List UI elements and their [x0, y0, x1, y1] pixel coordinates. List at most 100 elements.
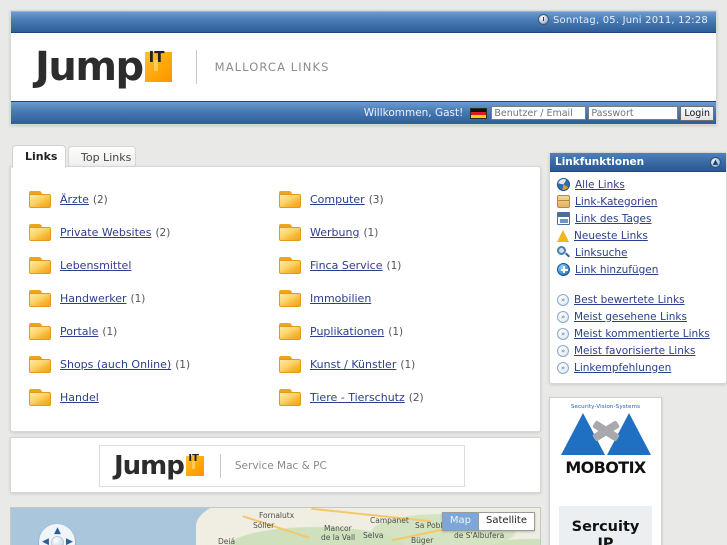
list-item[interactable]: Immobilien: [279, 282, 529, 315]
category-link[interactable]: Immobilien: [310, 292, 371, 305]
folder-icon: [29, 224, 51, 241]
category-link[interactable]: Lebensmittel: [60, 259, 131, 272]
category-link[interactable]: Puplikationen: [310, 325, 384, 338]
folder-icon: [279, 356, 301, 373]
category-link[interactable]: Portale: [60, 325, 98, 338]
sidebar-item-linksuche[interactable]: Linksuche: [550, 244, 726, 261]
folder-icon: [29, 323, 51, 340]
list-item[interactable]: Handel: [29, 381, 279, 414]
mobotix-ad-headline: Sercuity IP: [559, 506, 652, 545]
sidebar-item-neueste-links[interactable]: Neueste Links: [550, 227, 726, 244]
folder-icon: [279, 191, 301, 208]
category-link[interactable]: Handwerker: [60, 292, 127, 305]
map-label: de la Vall: [321, 533, 356, 542]
username-input[interactable]: [491, 106, 587, 120]
chevron-bullet-icon: »: [557, 327, 569, 340]
tab-links[interactable]: Links: [12, 145, 66, 168]
pan-up-icon[interactable]: ▲: [54, 526, 61, 536]
category-column-left: Ärzte (2) Private Websites (2) Lebensmit…: [29, 183, 279, 414]
sidebar-header: Linkfunktionen ▲: [550, 153, 726, 172]
list-item[interactable]: Lebensmittel: [29, 249, 279, 282]
tab-top-links[interactable]: Top Links: [68, 146, 136, 167]
category-link[interactable]: Kunst / Künstler: [310, 358, 396, 371]
sidebar-item-label: Best bewertete Links: [574, 293, 685, 306]
category-link[interactable]: Computer: [310, 193, 365, 206]
map-label: Fornalutx: [259, 511, 295, 520]
logo-it-text: IT: [148, 48, 165, 66]
folder-icon: [29, 389, 51, 406]
sidebar-item-linkempfehlungen[interactable]: » Linkempfehlungen: [550, 359, 726, 376]
sidebar-item-link-kategorien[interactable]: Link-Kategorien: [550, 193, 726, 210]
sidebar-item-label: Meist kommentierte Links: [574, 327, 710, 340]
chevron-bullet-icon: »: [557, 361, 569, 374]
map-type-satellite-button[interactable]: Satellite: [479, 513, 534, 530]
list-item[interactable]: Finca Service (1): [279, 249, 529, 282]
category-count: (1): [363, 226, 379, 239]
advertisement-banner[interactable]: Jump IT Service Mac & PC: [99, 445, 465, 487]
category-link[interactable]: Handel: [60, 391, 99, 404]
sidebar-item-label: Link-Kategorien: [575, 195, 658, 208]
sidebar-item-label: Linksuche: [575, 246, 628, 259]
site-logo[interactable]: Jump IT: [35, 47, 172, 87]
list-item[interactable]: Kunst / Künstler (1): [279, 348, 529, 381]
list-item[interactable]: Tiere - Tierschutz (2): [279, 381, 529, 414]
links-panel: Ärzte (2) Private Websites (2) Lebensmit…: [10, 166, 541, 432]
list-item[interactable]: Computer (3): [279, 183, 529, 216]
sidebar-item-alle-links[interactable]: Alle Links: [550, 176, 726, 193]
map-type-map-button[interactable]: Map: [442, 513, 480, 530]
list-item[interactable]: Ärzte (2): [29, 183, 279, 216]
sidebar-item-link-hinzufuegen[interactable]: Link hinzufügen: [550, 261, 726, 278]
category-count: (2): [155, 226, 171, 239]
sidebar-column: Linkfunktionen ▲ Alle Links Link-Kategor…: [549, 152, 727, 384]
category-count: (1): [400, 358, 416, 371]
list-item[interactable]: Shops (auch Online) (1): [29, 348, 279, 381]
sidebar-item-best-bewertete-links[interactable]: » Best bewertete Links: [550, 291, 726, 308]
category-link[interactable]: Finca Service: [310, 259, 383, 272]
mobotix-ad-inner: Security-Vision-Systems MOBOTIX Sercuity…: [554, 402, 657, 545]
map-widget[interactable]: Fornalutx Sóller Deiá Mancor de la Vall …: [10, 507, 541, 545]
site-tagline: MALLORCA LINKS: [214, 60, 330, 74]
globe-icon: [557, 178, 570, 191]
category-link[interactable]: Tiere - Tierschutz: [310, 391, 405, 404]
category-link[interactable]: Shops (auch Online): [60, 358, 171, 371]
list-item[interactable]: Private Websites (2): [29, 216, 279, 249]
pan-center-icon[interactable]: [51, 536, 64, 545]
sidebar-item-meist-favorisierte-links[interactable]: » Meist favorisierte Links: [550, 342, 726, 359]
sidebar-item-label: Link hinzufügen: [575, 263, 659, 276]
login-button[interactable]: Login: [680, 105, 714, 121]
folder-icon: [279, 224, 301, 241]
password-input[interactable]: [588, 106, 679, 120]
folder-icon: [279, 323, 301, 340]
german-flag-icon[interactable]: [470, 107, 488, 119]
logo-divider: [195, 50, 197, 84]
sidebar-item-meist-gesehene-links[interactable]: » Meist gesehene Links: [550, 308, 726, 325]
pan-right-icon[interactable]: ▶: [66, 537, 73, 545]
magnifier-icon: [557, 246, 570, 259]
sidebar-item-link-des-tages[interactable]: Link des Tages: [550, 210, 726, 227]
sidebar-body: Alle Links Link-Kategorien Link des Tage…: [550, 172, 726, 383]
list-item[interactable]: Werbung (1): [279, 216, 529, 249]
category-link[interactable]: Ärzte: [60, 193, 89, 206]
sidebar-item-meist-kommentierte-links[interactable]: » Meist kommentierte Links: [550, 325, 726, 342]
category-count: (2): [92, 193, 108, 206]
chevron-bullet-icon: »: [557, 293, 569, 306]
category-count: (1): [386, 259, 402, 272]
sidebar-item-label: Link des Tages: [575, 212, 652, 225]
logo-wordmark: Jump: [35, 44, 144, 90]
folder-icon: [29, 356, 51, 373]
datetime-display: Sonntag, 05. Juni 2011, 12:28: [538, 14, 708, 26]
plus-circle-icon: [557, 263, 570, 276]
list-item[interactable]: Puplikationen (1): [279, 315, 529, 348]
list-item[interactable]: Handwerker (1): [29, 282, 279, 315]
sidebar-title: Linkfunktionen: [555, 156, 645, 168]
chevron-bullet-icon: »: [557, 310, 569, 323]
list-item[interactable]: Portale (1): [29, 315, 279, 348]
category-link[interactable]: Werbung: [310, 226, 359, 239]
pan-left-icon[interactable]: ◀: [42, 537, 49, 545]
map-label: Büger: [411, 536, 434, 545]
collapse-icon[interactable]: ▲: [710, 156, 721, 168]
mobotix-subtitle: Security-Vision-Systems: [570, 404, 641, 410]
mobotix-ad[interactable]: Security-Vision-Systems MOBOTIX Sercuity…: [549, 397, 662, 545]
category-link[interactable]: Private Websites: [60, 226, 151, 239]
